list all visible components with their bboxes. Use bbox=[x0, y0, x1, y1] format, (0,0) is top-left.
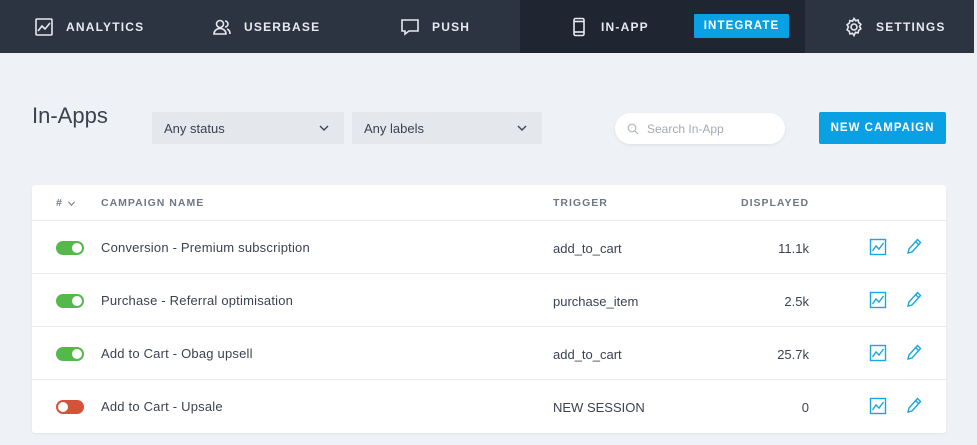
campaign-status-toggle[interactable] bbox=[56, 347, 84, 361]
trigger-column-header: TRIGGER bbox=[553, 197, 608, 209]
nav-analytics[interactable]: ANALYTICS bbox=[34, 0, 144, 53]
line-chart-icon bbox=[35, 17, 53, 36]
pencil-icon[interactable] bbox=[904, 343, 922, 361]
stats-chart-icon[interactable] bbox=[869, 397, 887, 415]
campaign-status-toggle[interactable] bbox=[56, 241, 84, 255]
top-nav: ANALYTICS USERBASE PUSH IN-APP INTEGRATE… bbox=[0, 0, 977, 53]
campaign-trigger: NEW SESSION bbox=[553, 400, 645, 415]
table-row[interactable]: Add to Cart - Obag upsell add_to_cart 25.7… bbox=[32, 327, 946, 380]
stats-chart-icon[interactable] bbox=[869, 238, 887, 256]
chat-bubble-icon bbox=[401, 18, 419, 36]
campaign-displayed-count: 2.5k bbox=[784, 294, 809, 309]
campaign-trigger: add_to_cart bbox=[553, 347, 622, 362]
campaign-name[interactable]: Conversion - Premium subscription bbox=[101, 240, 310, 255]
pencil-icon[interactable] bbox=[904, 237, 922, 255]
integrate-button[interactable]: INTEGRATE bbox=[694, 14, 789, 38]
campaign-displayed-count: 25.7k bbox=[777, 347, 809, 362]
search-icon bbox=[627, 123, 639, 134]
stats-chart-icon[interactable] bbox=[869, 291, 887, 309]
nav-settings[interactable]: SETTINGS bbox=[844, 0, 946, 53]
page-title: In-Apps bbox=[32, 103, 108, 128]
labels-filter-dropdown[interactable]: Any labels bbox=[352, 112, 542, 144]
campaigns-table: # CAMPAIGN NAME TRIGGER DISPLAYED Conver… bbox=[32, 185, 946, 433]
mobile-phone-icon bbox=[573, 17, 585, 36]
nav-analytics-label: ANALYTICS bbox=[66, 19, 145, 34]
nav-userbase-label: USERBASE bbox=[244, 19, 321, 34]
chevron-down-icon bbox=[517, 125, 527, 131]
campaign-name-column-header: CAMPAIGN NAME bbox=[101, 197, 205, 209]
table-row[interactable]: Purchase - Referral optimisation purchase… bbox=[32, 274, 946, 327]
pencil-icon[interactable] bbox=[904, 290, 922, 308]
table-row[interactable]: Add to Cart - Upsale NEW SESSION 0 bbox=[32, 380, 946, 433]
hash-column-label: # bbox=[56, 197, 63, 209]
toggle-knob bbox=[72, 296, 82, 306]
campaign-displayed-count: 11.1k bbox=[778, 241, 809, 256]
campaign-trigger: purchase_item bbox=[553, 294, 639, 309]
campaign-trigger: add_to_cart bbox=[553, 241, 622, 256]
displayed-column-header: DISPLAYED bbox=[741, 197, 810, 209]
pencil-icon[interactable] bbox=[904, 396, 922, 414]
nav-userbase[interactable]: USERBASE bbox=[212, 0, 320, 53]
chevron-down-icon bbox=[67, 200, 75, 206]
table-header: # CAMPAIGN NAME TRIGGER DISPLAYED bbox=[32, 185, 946, 221]
table-row[interactable]: Conversion - Premium subscription add_to_… bbox=[32, 221, 946, 274]
campaign-displayed-count: 0 bbox=[801, 400, 809, 415]
nav-settings-label: SETTINGS bbox=[876, 19, 946, 34]
labels-filter-value: Any labels bbox=[364, 120, 424, 136]
toggle-knob bbox=[72, 349, 82, 359]
campaign-status-toggle[interactable] bbox=[56, 294, 84, 308]
search-box bbox=[615, 113, 785, 144]
nav-inapp-label: IN-APP bbox=[601, 19, 649, 34]
chevron-down-icon bbox=[319, 125, 329, 131]
search-input[interactable] bbox=[647, 121, 767, 136]
sort-column-header[interactable]: # bbox=[56, 197, 76, 209]
nav-push-label: PUSH bbox=[432, 19, 471, 34]
campaign-name[interactable]: Add to Cart - Obag upsell bbox=[101, 346, 253, 361]
campaign-status-toggle[interactable] bbox=[56, 400, 84, 414]
toggle-knob bbox=[58, 402, 68, 412]
users-icon bbox=[213, 19, 231, 35]
campaign-name[interactable]: Purchase - Referral optimisation bbox=[101, 293, 293, 308]
toggle-knob bbox=[72, 243, 82, 253]
new-campaign-button[interactable]: NEW CAMPAIGN bbox=[819, 112, 946, 144]
campaign-name[interactable]: Add to Cart - Upsale bbox=[101, 399, 223, 414]
gear-icon bbox=[846, 16, 862, 37]
status-filter-value: Any status bbox=[164, 120, 225, 136]
nav-push[interactable]: PUSH bbox=[400, 0, 470, 53]
nav-inapp[interactable]: IN-APP bbox=[569, 0, 649, 53]
stats-chart-icon[interactable] bbox=[869, 344, 887, 362]
status-filter-dropdown[interactable]: Any status bbox=[152, 112, 344, 144]
